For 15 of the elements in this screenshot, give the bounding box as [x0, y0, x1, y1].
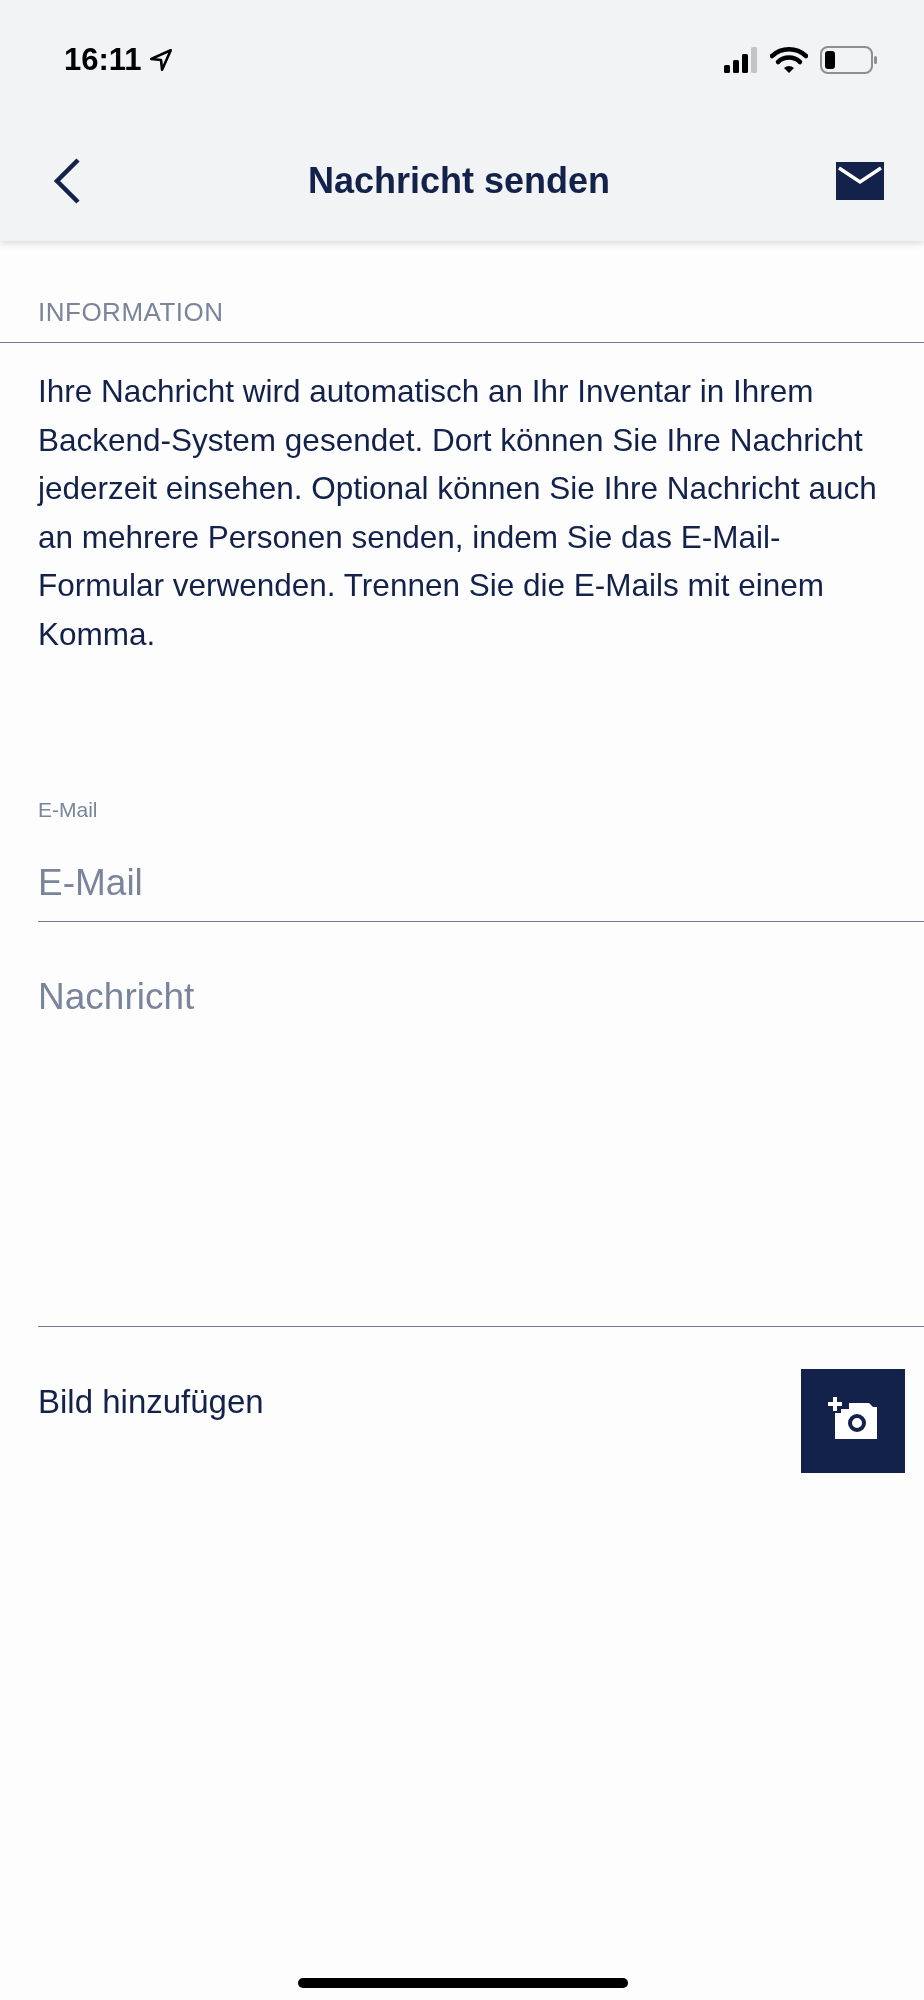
page-title: Nachricht senden: [307, 159, 611, 202]
email-field[interactable]: E-Mail: [38, 844, 924, 922]
wifi-icon: [770, 46, 808, 74]
section-heading: INFORMATION: [38, 297, 225, 328]
location-arrow-icon: [147, 47, 174, 73]
status-time: 16:11: [64, 42, 142, 78]
battery-icon: [820, 46, 878, 74]
add-photo-button[interactable]: [801, 1369, 905, 1473]
field-label: E-Mail: [38, 798, 99, 822]
information-text: Ihre Nachricht wird automatisch an Ihr Inventar in Ihrem Backend-System gesendet. Dort können Sie Ihre Nachricht jederzeit einsehen. Optional können Sie Ihre Nachricht auch an mehrere Personen senden, indem Sie das E-Mail-Formular verwenden. Trennen Sie die E-Mails mit einem Komma.: [38, 372, 878, 654]
add-image-label: Bild hinzufügen: [38, 1383, 264, 1421]
signal-icon: [724, 46, 758, 74]
mail-button[interactable]: [836, 161, 884, 200]
message-field[interactable]: Nachricht: [38, 922, 924, 1327]
back-button[interactable]: [52, 156, 82, 205]
